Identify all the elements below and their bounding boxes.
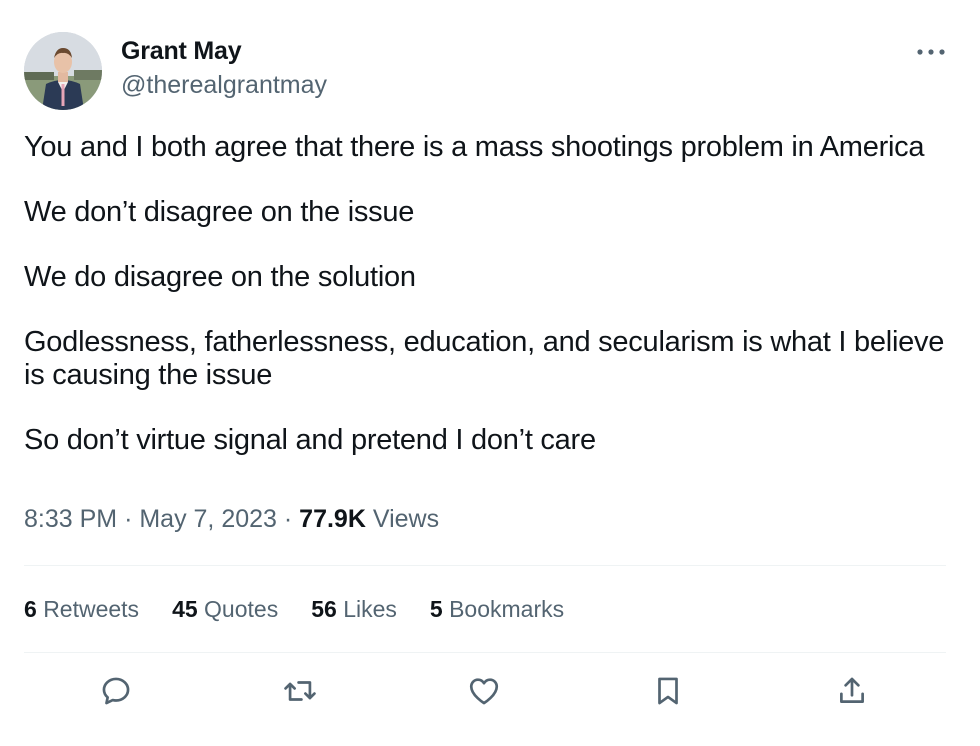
tweet-time[interactable]: 8:33 PM [24,505,117,533]
likes-label: Likes [343,596,397,622]
tweet-metadata: 8:33 PM · May 7, 2023 · 77.9K Views [24,505,439,534]
like-button[interactable] [464,671,504,711]
tweet-text: You and I both agree that there is a mas… [24,131,964,456]
reply-icon [102,677,130,705]
more-options-button[interactable] [914,38,948,66]
tweet-paragraph: Godlessness, fatherlessness, education, … [24,326,945,391]
retweets-count: 6 [24,596,37,622]
quotes-label: Quotes [204,596,279,622]
quotes-count: 45 [172,596,198,622]
bookmarks-label: Bookmarks [449,596,565,622]
tweet-paragraph: You and I both agree that there is a mas… [24,131,925,163]
meta-separator: · [124,505,133,533]
bookmark-icon [658,677,678,705]
likes-stat[interactable]: 56 Likes [311,596,397,623]
bookmarks-count: 5 [429,596,443,622]
tweet-paragraph: We do disagree on the solution [24,261,416,293]
profile-photo-icon [24,32,102,110]
likes-count: 56 [311,596,337,622]
retweet-button[interactable] [280,671,320,711]
reply-button[interactable] [96,671,136,711]
bookmarks-stat[interactable]: 5 Bookmarks [430,596,564,623]
meta-separator: · [283,505,293,533]
views-count: 77.9K [299,505,366,533]
bookmark-button[interactable] [648,671,688,711]
share-button[interactable] [832,671,872,711]
retweet-icon [284,681,316,701]
display-name[interactable]: Grant May [121,37,242,66]
heart-icon [469,678,499,705]
divider [24,652,946,653]
quotes-stat[interactable]: 45 Quotes [172,596,278,623]
tweet-card: Grant May @therealgrantmay You and I bot… [0,0,980,746]
tweet-paragraph: We don’t disagree on the issue [24,196,415,228]
engagement-stats: 6 Retweets 45 Quotes 56 Likes 5 Bookmark… [24,596,597,623]
views-label: Views [372,505,440,533]
retweets-label: Retweets [43,596,140,622]
tweet-paragraph: So don’t virtue signal and pretend I don… [24,423,596,456]
tweet-date[interactable]: May 7, 2023 [139,505,277,533]
divider [24,565,946,566]
share-icon [840,677,864,703]
avatar[interactable] [24,32,102,110]
ellipsis-icon [917,49,945,55]
user-handle[interactable]: @therealgrantmay [121,71,327,100]
retweets-stat[interactable]: 6 Retweets [24,596,139,623]
